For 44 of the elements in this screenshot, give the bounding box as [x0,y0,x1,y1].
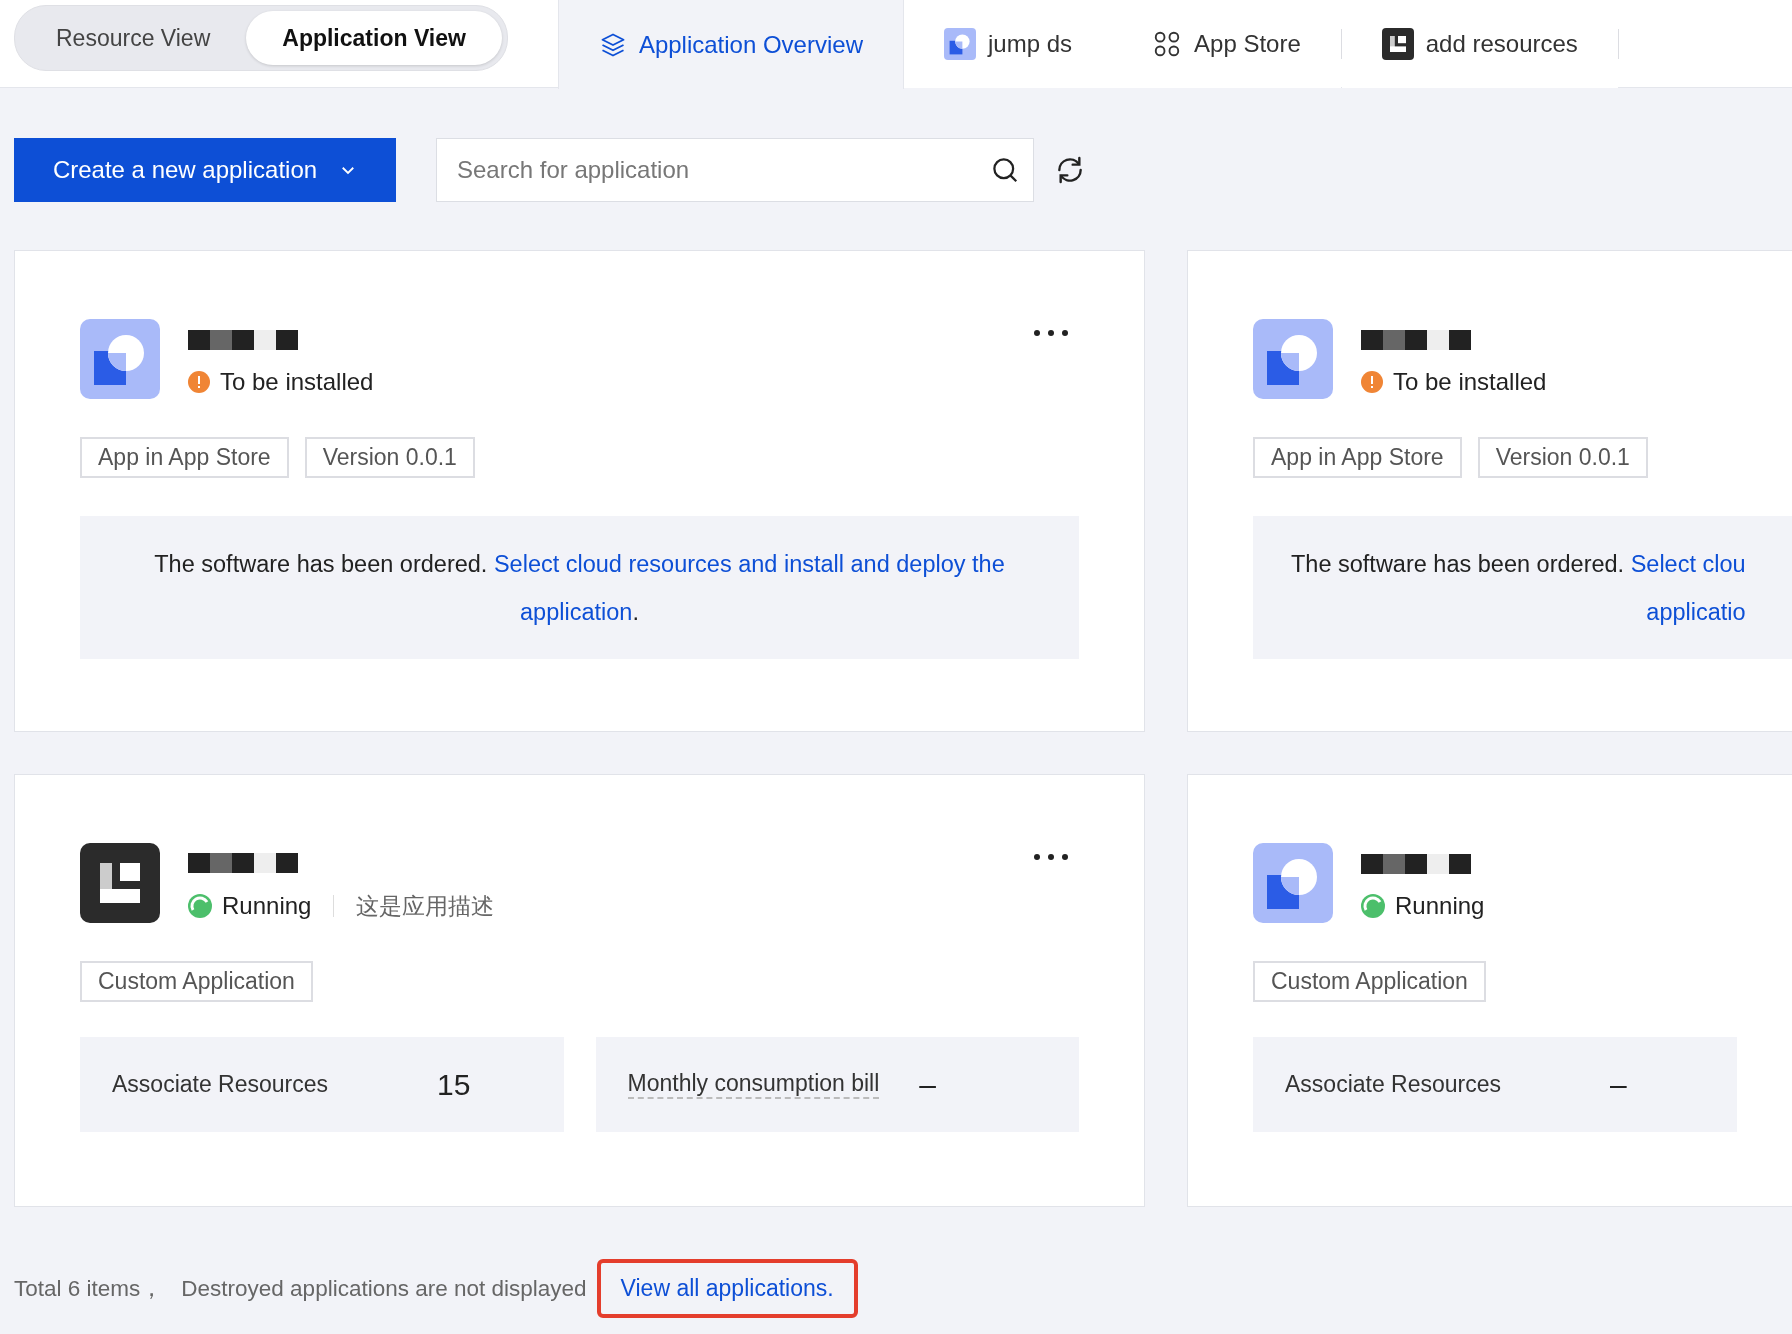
app-description: 这是应用描述 [356,891,495,921]
deploy-link[interactable]: Select cloud resources and install and deploy the [493,550,1005,577]
running-status-icon [188,894,212,918]
status-label: To be installed [1393,368,1547,396]
tag: App in App Store [1253,437,1462,478]
status-label: Running [1395,892,1485,920]
tag: Custom Application [80,961,313,1002]
stat-label[interactable]: Monthly consumption bill [627,1070,880,1099]
app-logo-icon [1253,843,1333,923]
status-label: To be installed [220,368,374,396]
stat-label: Associate Resources [112,1071,330,1098]
create-application-button[interactable]: Create a new application [14,138,396,202]
item-count: Total 6 items， [14,1275,164,1303]
app-logo-icon [1381,28,1414,60]
tab[interactable]: Application Overview [557,0,904,89]
app-logo-icon [944,28,976,60]
notice-text: The software has been ordered. Select clou applicatio [1291,549,1746,627]
tag: Custom Application [1253,961,1486,1002]
view-all-link[interactable]: View all applications. [596,1259,858,1318]
deploy-link[interactable]: application [520,598,633,625]
warning-icon [188,371,210,393]
warning-icon [1361,371,1383,393]
view-switch-option[interactable]: Application View [246,11,502,65]
stat-value: – [919,1067,937,1102]
stat-label: Associate Resources [1285,1071,1503,1098]
stat-value: 15 [437,1067,471,1102]
deploy-link[interactable]: applicatio [1646,598,1746,625]
tag: App in App Store [80,437,289,478]
app-logo-icon [80,319,160,399]
stat-value: – [1610,1067,1627,1102]
tag: Version 0.0.1 [304,437,475,478]
view-switch-option[interactable]: Resource View [20,11,247,65]
status-label: Running [222,892,312,920]
search-icon[interactable] [990,155,1020,185]
app-logo-icon [1253,319,1333,399]
tag: Version 0.0.1 [1477,437,1648,478]
footer-note: Destroyed applications are not displayed [181,1275,587,1302]
more-icon[interactable] [1033,853,1069,861]
deploy-link[interactable]: Select clou [1630,550,1746,577]
app-logo-icon [80,843,160,923]
running-status-icon [1361,894,1385,918]
search-field[interactable]: Search for application [436,138,1034,202]
notice-text: The software has been ordered. Select cloud resources and install and deploy the application. [154,549,1005,627]
more-icon[interactable] [1033,329,1069,337]
